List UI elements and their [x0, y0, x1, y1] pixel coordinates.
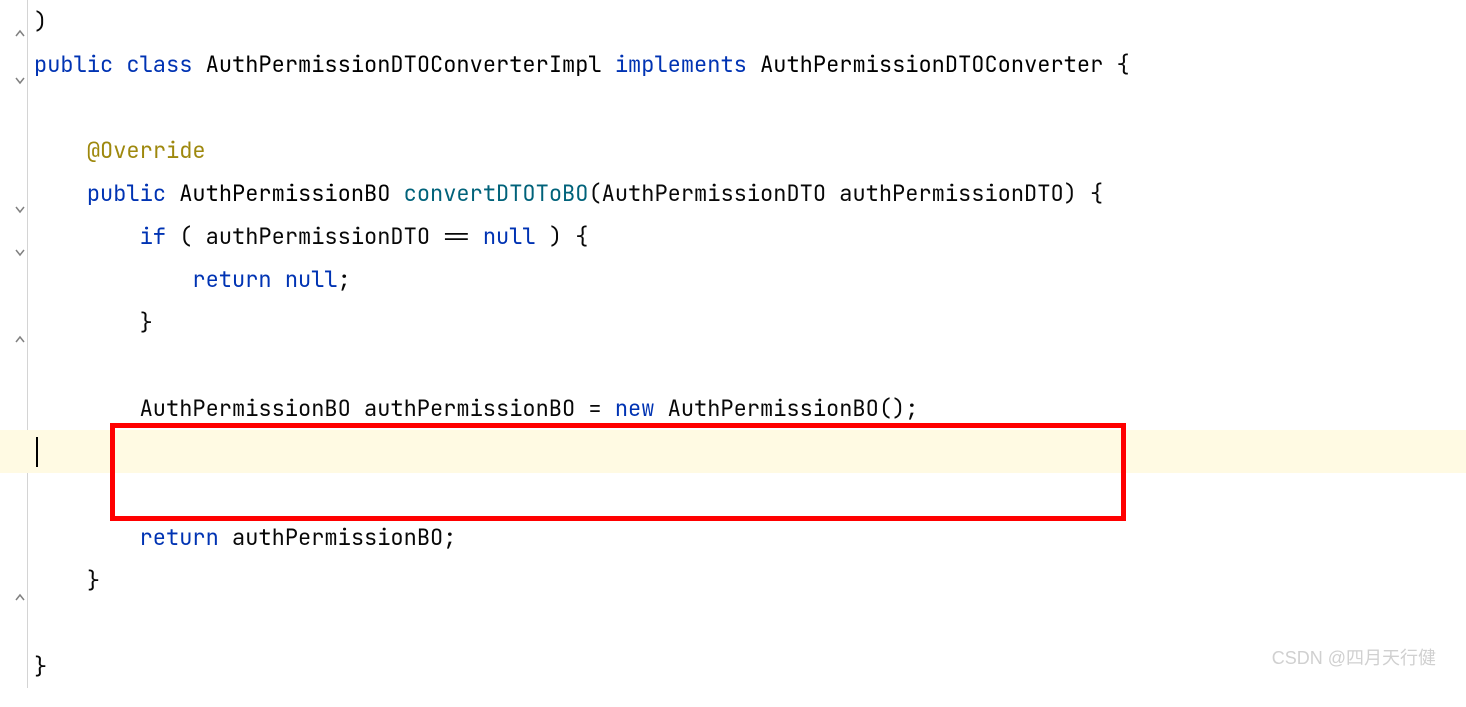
fold-marker-expand-icon[interactable] — [14, 230, 26, 242]
fold-marker-collapse-icon[interactable] — [14, 574, 26, 586]
code-line: public AuthPermissionBO convertDTOToBO(A… — [34, 172, 1466, 215]
gutter-highlight — [0, 430, 28, 473]
editor-gutter — [0, 0, 28, 688]
code-line: AuthPermissionBO authPermissionBO = new … — [34, 387, 1466, 430]
code-line: ) — [34, 0, 1466, 43]
code-line: if ( authPermissionDTO == null ) { — [34, 215, 1466, 258]
code-line: return null; — [34, 258, 1466, 301]
fold-marker-expand-icon[interactable] — [14, 58, 26, 70]
code-line — [34, 86, 1466, 129]
watermark-text: CSDN @四月天行健 — [1272, 637, 1436, 680]
code-editor-area[interactable]: ) public class AuthPermissionDTOConverte… — [28, 0, 1466, 688]
code-line: } — [34, 645, 1466, 688]
text-cursor — [36, 437, 38, 467]
code-line — [34, 602, 1466, 645]
code-line — [34, 344, 1466, 387]
code-line: } — [34, 559, 1466, 602]
fold-marker-collapse-icon[interactable] — [14, 10, 26, 22]
code-line: } — [34, 301, 1466, 344]
code-line — [34, 473, 1466, 516]
fold-marker-expand-icon[interactable] — [14, 187, 26, 199]
code-line — [34, 430, 1466, 473]
code-line: return authPermissionBO; — [34, 516, 1466, 559]
code-line: @Override — [34, 129, 1466, 172]
fold-marker-collapse-icon[interactable] — [14, 316, 26, 328]
code-line: public class AuthPermissionDTOConverterI… — [34, 43, 1466, 86]
